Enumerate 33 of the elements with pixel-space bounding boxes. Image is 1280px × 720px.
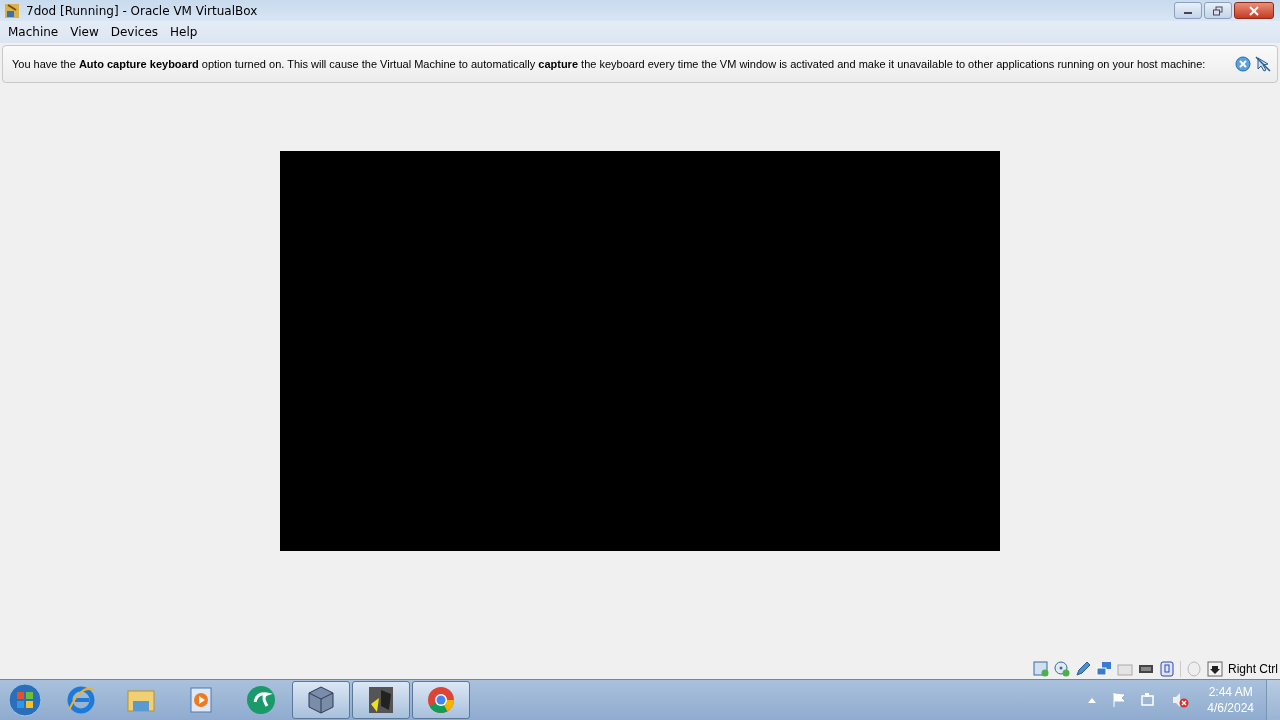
menu-item[interactable]: Help xyxy=(164,25,204,39)
menu-item[interactable]: Devices xyxy=(104,25,164,39)
clock-date: 4/6/2024 xyxy=(1207,701,1254,715)
network-icon xyxy=(1096,661,1112,677)
windows-logo-icon xyxy=(8,683,42,717)
taskbar-button[interactable] xyxy=(352,681,410,719)
menu-item[interactable]: Machine xyxy=(2,25,65,39)
notice-text: You have the Auto capture keyboard option turned on. This will cause the Virtual Machine to automatically capture the keyboard every time the VM window is activated and make it unavailable to other applications running on your host machine: xyxy=(12,58,1207,70)
mouse-icon xyxy=(1186,661,1202,677)
minimize-button[interactable] xyxy=(1174,2,1202,19)
disc-icon xyxy=(1054,661,1070,677)
cube-icon xyxy=(305,684,337,716)
restore-button[interactable] xyxy=(1204,2,1232,19)
browser-icon xyxy=(65,684,97,716)
folder-icon xyxy=(1117,661,1133,677)
chrome-icon xyxy=(425,684,457,716)
menu-item[interactable]: View xyxy=(64,25,105,39)
window-title: 7dod [Running] - Oracle VM VirtualBox xyxy=(26,3,258,18)
chip-icon xyxy=(1159,661,1175,677)
pen-icon xyxy=(1075,661,1091,677)
close-icon[interactable] xyxy=(1235,56,1251,72)
muted-speaker-icon[interactable] xyxy=(1171,692,1190,708)
clock-time: 2:44 AM xyxy=(1208,685,1253,699)
host-key-label: Right Ctrl xyxy=(1228,662,1278,676)
close-button[interactable] xyxy=(1234,2,1274,19)
show-hidden-icon[interactable] xyxy=(1087,696,1098,704)
app-icon xyxy=(4,2,20,19)
taskbar-button[interactable] xyxy=(292,681,350,719)
restore-icon xyxy=(1212,5,1224,16)
mouse-off-icon[interactable] xyxy=(1255,56,1271,72)
swirl-icon xyxy=(245,684,277,716)
show-desktop-button[interactable] xyxy=(1266,680,1280,720)
close-icon xyxy=(1248,5,1260,16)
